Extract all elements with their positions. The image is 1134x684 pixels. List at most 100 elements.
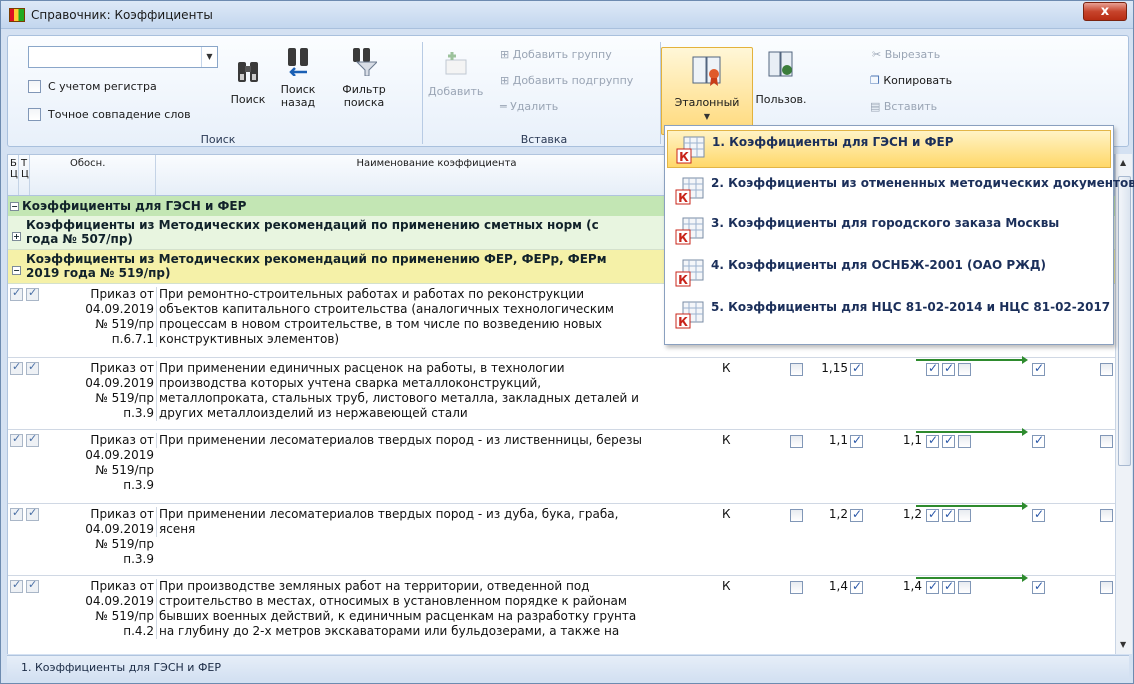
b-checkbox[interactable] xyxy=(10,360,23,375)
menu-item-osnbzh[interactable]: К 4. Коэффициенты для ОСНБЖ-2001 (ОАО РЖ… xyxy=(667,254,1111,292)
k-cell: К xyxy=(722,507,731,521)
flag-checkbox[interactable] xyxy=(958,509,971,522)
flag-checkbox[interactable] xyxy=(942,361,955,376)
t-checkbox[interactable] xyxy=(26,360,39,375)
col-header-basis[interactable]: Обосн. xyxy=(30,155,156,195)
find-button[interactable]: Поиск xyxy=(226,56,270,106)
col-header-name[interactable]: Наименование коэффициента xyxy=(156,155,718,195)
collapse-icon[interactable]: − xyxy=(10,202,19,211)
basis-cell: Приказ от 04.09.2019 № 519/пр п.3.9 xyxy=(85,507,154,566)
t-checkbox[interactable] xyxy=(26,286,39,301)
scroll-down-icon[interactable]: ▼ xyxy=(1120,640,1126,649)
value-cell: 1,2 xyxy=(828,507,848,521)
filter-binoculars-icon xyxy=(353,48,379,77)
flag-checkbox[interactable] xyxy=(1100,581,1113,594)
collapse-icon[interactable]: − xyxy=(12,266,21,275)
add-subgroup-button[interactable]: ⊞ Добавить подгруппу xyxy=(500,74,633,87)
flag-checkbox[interactable] xyxy=(1032,361,1045,376)
table-row[interactable]: Приказ от04.09.2019№ 519/прп.4.2 При про… xyxy=(8,574,1115,654)
dropdown-arrow-icon: ▼ xyxy=(703,112,711,121)
col-header-b[interactable]: БЦ xyxy=(8,155,19,195)
expand-icon[interactable]: + xyxy=(12,232,21,241)
add-button[interactable]: Добавить xyxy=(428,48,483,98)
flag-checkbox[interactable] xyxy=(942,433,955,448)
flag-checkbox[interactable] xyxy=(926,579,939,594)
flag-checkbox[interactable] xyxy=(958,363,971,376)
b-checkbox[interactable] xyxy=(10,432,23,447)
value-cell: 1,4 xyxy=(902,579,922,593)
b-checkbox[interactable] xyxy=(10,286,23,301)
b-checkbox[interactable] xyxy=(10,578,23,593)
flag-checkbox[interactable] xyxy=(790,435,803,448)
delete-icon: ═ xyxy=(500,100,511,113)
value-checkbox[interactable] xyxy=(850,507,863,522)
flag-checkbox[interactable] xyxy=(790,581,803,594)
value-cell: 1,1 xyxy=(828,433,848,447)
link-arrow-icon xyxy=(916,574,1028,582)
svg-text:К: К xyxy=(678,231,688,245)
t-checkbox[interactable] xyxy=(26,432,39,447)
menu-item-ncs[interactable]: К 5. Коэффициенты для НЦС 81-02-2014 и Н… xyxy=(667,296,1111,334)
exact-match-label: Точное совпадение слов xyxy=(48,108,191,121)
flag-checkbox[interactable] xyxy=(958,581,971,594)
value-cell: 1,4 xyxy=(828,579,848,593)
table-row[interactable]: Приказ от04.09.2019№ 519/прп.3.9 При при… xyxy=(8,502,1115,576)
filter-button[interactable]: Фильтр поиска xyxy=(338,46,390,109)
table-app-icon xyxy=(9,8,25,22)
t-checkbox[interactable] xyxy=(26,578,39,593)
flag-checkbox[interactable] xyxy=(926,433,939,448)
value-checkbox[interactable] xyxy=(850,579,863,594)
k-cell: К xyxy=(722,579,731,593)
search-group-label: Поиск xyxy=(200,133,236,146)
flag-checkbox[interactable] xyxy=(1100,509,1113,522)
coefficient-icon: К xyxy=(675,177,704,205)
cut-button[interactable]: ✂ Вырезать xyxy=(872,48,940,61)
b-checkbox[interactable] xyxy=(10,506,23,521)
flag-checkbox[interactable] xyxy=(1100,363,1113,376)
flag-checkbox[interactable] xyxy=(1032,507,1045,522)
delete-button[interactable]: ═ Удалить xyxy=(500,100,558,113)
flag-checkbox[interactable] xyxy=(942,579,955,594)
scroll-up-icon[interactable]: ▲ xyxy=(1120,158,1126,167)
menu-item-moscow[interactable]: К 3. Коэффициенты для городского заказа … xyxy=(667,212,1111,250)
basis-cell: Приказ от 04.09.2019 № 519/пр п.6.7.1 xyxy=(85,287,154,346)
find-back-button[interactable]: Поиск назад xyxy=(276,46,320,109)
menu-item-gesn-fer[interactable]: К 1. Коэффициенты для ГЭСН и ФЕР xyxy=(667,130,1111,168)
reference-button[interactable]: Эталонный ▼ xyxy=(661,47,753,135)
search-combo[interactable]: ▼ xyxy=(28,46,218,68)
basis-cell: Приказ от 04.09.2019 № 519/пр п.4.2 xyxy=(85,579,154,638)
reference-dropdown-menu: К 1. Коэффициенты для ГЭСН и ФЕР К 2. Ко… xyxy=(664,125,1134,345)
paste-button[interactable]: ▤ Вставить xyxy=(870,100,937,113)
exact-match-checkbox[interactable] xyxy=(28,108,41,121)
coefficient-icon: К xyxy=(675,259,704,287)
close-button[interactable]: x xyxy=(1083,2,1127,21)
flag-checkbox[interactable] xyxy=(942,507,955,522)
basis-cell: Приказ от 04.09.2019 № 519/пр п.3.9 xyxy=(85,433,154,492)
svg-text:К: К xyxy=(678,191,688,205)
flag-checkbox[interactable] xyxy=(958,435,971,448)
svg-text:К: К xyxy=(678,315,688,329)
scroll-thumb[interactable] xyxy=(1118,176,1131,466)
col-header-t[interactable]: ТЦ xyxy=(19,155,30,195)
name-cell: При применении лесоматериалов твердых по… xyxy=(156,507,716,537)
chevron-down-icon[interactable]: ▼ xyxy=(201,47,217,67)
add-group-button[interactable]: ⊞ Добавить группу xyxy=(500,48,612,61)
vertical-scrollbar[interactable]: ▲ ▼ xyxy=(1115,154,1132,654)
flag-checkbox[interactable] xyxy=(1100,435,1113,448)
menu-item-cancelled-docs[interactable]: К 2. Коэффициенты из отмененных методиче… xyxy=(667,172,1134,210)
flag-checkbox[interactable] xyxy=(926,361,939,376)
link-arrow-icon xyxy=(916,502,1028,510)
t-checkbox[interactable] xyxy=(26,506,39,521)
flag-checkbox[interactable] xyxy=(790,509,803,522)
table-row[interactable]: Приказ от04.09.2019№ 519/прп.3.9 При при… xyxy=(8,428,1115,504)
flag-checkbox[interactable] xyxy=(1032,579,1045,594)
table-row[interactable]: Приказ от04.09.2019№ 519/прп.3.9 При при… xyxy=(8,356,1115,430)
value-checkbox[interactable] xyxy=(850,433,863,448)
flag-checkbox[interactable] xyxy=(926,507,939,522)
case-sensitive-checkbox[interactable] xyxy=(28,80,41,93)
flag-checkbox[interactable] xyxy=(1032,433,1045,448)
flag-checkbox[interactable] xyxy=(790,363,803,376)
value-checkbox[interactable] xyxy=(850,361,863,376)
copy-button[interactable]: ❐ Копировать xyxy=(870,74,952,87)
user-button[interactable]: Пользов. xyxy=(752,50,810,106)
